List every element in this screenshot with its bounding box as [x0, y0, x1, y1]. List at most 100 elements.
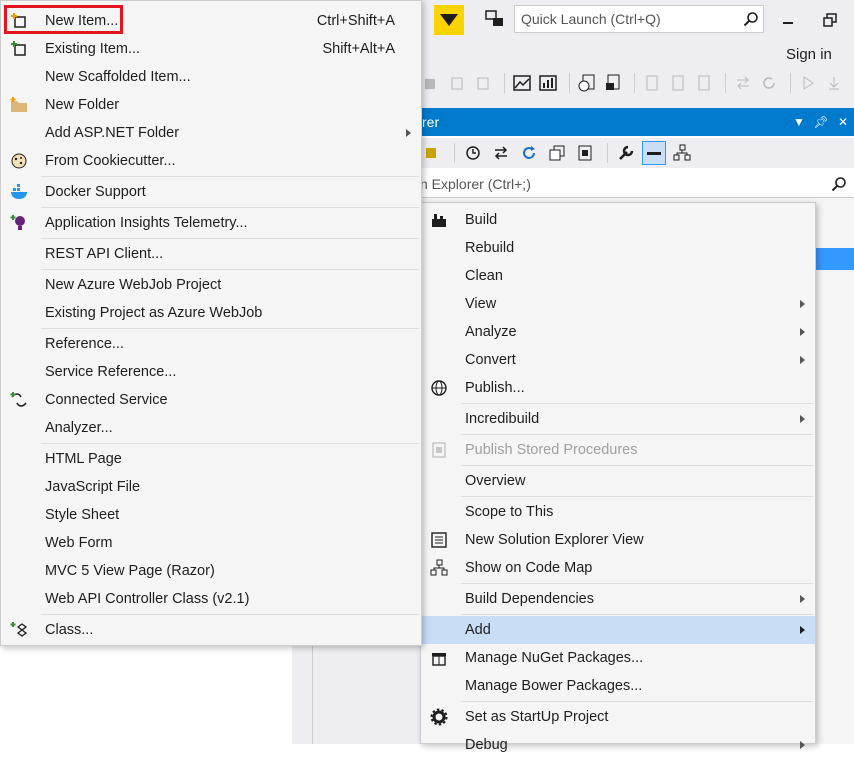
refresh-icon[interactable]	[517, 141, 541, 165]
menu-item-mvc5-view-page[interactable]: MVC 5 View Page (Razor)	[1, 557, 421, 585]
search-icon[interactable]	[739, 11, 763, 27]
divider	[312, 640, 313, 744]
selected-tree-node[interactable]	[812, 248, 854, 270]
menu-item-web-form[interactable]: Web Form	[1, 529, 421, 557]
menu-item-add-aspnet-folder[interactable]: Add ASP.NET Folder	[1, 119, 421, 147]
menu-item-connected-service[interactable]: Connected Service	[1, 386, 421, 414]
refresh-icon[interactable]	[758, 72, 780, 94]
history-icon[interactable]	[461, 141, 485, 165]
add-submenu: New Item... Ctrl+Shift+A Existing Item..…	[0, 0, 422, 646]
menu-separator	[461, 701, 813, 702]
menu-item-show-on-code-map[interactable]: Show on Code Map	[421, 554, 815, 582]
menu-item-label: New Azure WebJob Project	[45, 277, 222, 293]
menu-item-existing-item[interactable]: Existing Item... Shift+Alt+A	[1, 35, 421, 63]
menu-item-html-page[interactable]: HTML Page	[1, 445, 421, 473]
menu-item-view[interactable]: View	[421, 290, 815, 318]
menu-item-clean[interactable]: Clean	[421, 262, 815, 290]
menu-separator	[41, 207, 419, 208]
collapse-icon[interactable]	[420, 141, 444, 165]
menu-item-manage-nuget[interactable]: Manage NuGet Packages...	[421, 644, 815, 672]
chart-icon[interactable]	[537, 72, 559, 94]
submenu-arrow-icon	[800, 300, 805, 308]
menu-item-manage-bower[interactable]: Manage Bower Packages...	[421, 672, 815, 700]
menu-item-label: From Cookiecutter...	[45, 153, 176, 169]
menu-item-set-startup[interactable]: Set as StartUp Project	[421, 703, 815, 731]
menu-item-scope-to-this[interactable]: Scope to This	[421, 498, 815, 526]
menu-item-label: Service Reference...	[45, 364, 177, 380]
quick-launch-placeholder: Quick Launch (Ctrl+Q)	[521, 11, 661, 27]
wrench-icon[interactable]	[614, 141, 638, 165]
menu-item-class[interactable]: Class...	[1, 616, 421, 644]
solution-explorer-toolbar	[420, 138, 854, 168]
solution-explorer-search[interactable]: n Explorer (Ctrl+;)	[420, 170, 854, 198]
code-map-icon[interactable]	[670, 141, 694, 165]
menu-item-existing-azure-webjob[interactable]: Existing Project as Azure WebJob	[1, 299, 421, 327]
menu-item-application-insights[interactable]: Application Insights Telemetry...	[1, 209, 421, 237]
menu-item-web-api-controller[interactable]: Web API Controller Class (v2.1)	[1, 585, 421, 613]
solution-explorer-title: rer	[422, 114, 440, 130]
globe-doc-icon[interactable]	[576, 72, 598, 94]
image-icon[interactable]	[511, 72, 533, 94]
menu-item-docker-support[interactable]: Docker Support	[1, 178, 421, 206]
minimize-button[interactable]	[776, 8, 800, 32]
menu-item-new-folder[interactable]: New Folder	[1, 91, 421, 119]
menu-item-publish[interactable]: Publish...	[421, 374, 815, 402]
menu-item-overview[interactable]: Overview	[421, 467, 815, 495]
menu-item-analyzer[interactable]: Analyzer...	[1, 414, 421, 442]
sync-icon[interactable]	[732, 72, 754, 94]
close-icon[interactable]: ✕	[832, 115, 854, 129]
sign-in-link[interactable]: Sign in	[786, 46, 832, 63]
play-icon[interactable]	[797, 72, 819, 94]
menu-item-build[interactable]: Build	[421, 206, 815, 234]
preview-icon[interactable]	[642, 141, 666, 165]
menu-item-new-scaffolded-item[interactable]: New Scaffolded Item...	[1, 63, 421, 91]
restore-button[interactable]	[818, 8, 842, 32]
menu-item-rest-api-client[interactable]: REST API Client...	[1, 240, 421, 268]
menu-item-debug[interactable]: Debug	[421, 731, 815, 759]
menu-item-javascript-file[interactable]: JavaScript File	[1, 473, 421, 501]
pin-icon[interactable]: 📌︎	[810, 115, 832, 129]
word-icon[interactable]	[693, 72, 715, 94]
menu-item-from-cookiecutter[interactable]: From Cookiecutter...	[1, 147, 421, 175]
search-icon[interactable]	[824, 176, 854, 192]
download-icon[interactable]	[823, 72, 845, 94]
submenu-arrow-icon	[800, 741, 805, 749]
show-all-files-icon[interactable]	[573, 141, 597, 165]
dropdown-icon[interactable]: ▼	[788, 115, 810, 129]
menu-item-incredibuild[interactable]: Incredibuild	[421, 405, 815, 433]
menu-item-service-reference[interactable]: Service Reference...	[1, 358, 421, 386]
feedback-icon[interactable]	[484, 8, 506, 30]
menu-separator	[461, 465, 813, 466]
doc-icon[interactable]	[602, 72, 624, 94]
menu-item-label: Web Form	[45, 535, 113, 551]
menu-item-rebuild[interactable]: Rebuild	[421, 234, 815, 262]
sync-icon[interactable]	[489, 141, 513, 165]
quick-launch-input[interactable]: Quick Launch (Ctrl+Q)	[514, 5, 764, 33]
page-icon[interactable]	[641, 72, 663, 94]
menu-item-build-dependencies[interactable]: Build Dependencies	[421, 585, 815, 613]
menu-item-label: Existing Item...	[45, 41, 141, 57]
pdf-icon[interactable]	[667, 72, 689, 94]
menu-item-shortcut: Ctrl+Shift+A	[316, 13, 395, 29]
filter-icon[interactable]	[434, 5, 464, 35]
menu-separator	[41, 328, 419, 329]
menu-item-style-sheet[interactable]: Style Sheet	[1, 501, 421, 529]
docker-icon	[9, 182, 29, 202]
menu-item-label: New Folder	[45, 97, 120, 113]
menu-item-new-solution-explorer-view[interactable]: New Solution Explorer View	[421, 526, 815, 554]
build-icon	[429, 210, 449, 230]
toolbar-icon[interactable]	[472, 72, 494, 94]
menu-item-label: Add	[465, 622, 491, 638]
menu-item-add[interactable]: Add	[421, 616, 815, 644]
menu-item-analyze[interactable]: Analyze	[421, 318, 815, 346]
toolbar-icon[interactable]	[420, 72, 442, 94]
menu-item-convert[interactable]: Convert	[421, 346, 815, 374]
toolbar-icon[interactable]	[446, 72, 468, 94]
class-icon	[9, 620, 29, 640]
menu-item-new-azure-webjob[interactable]: New Azure WebJob Project	[1, 271, 421, 299]
submenu-arrow-icon	[800, 626, 805, 634]
solution-explorer-header: rer ▼ 📌︎ ✕	[420, 108, 854, 136]
new-view-icon	[429, 530, 449, 550]
collapse-all-icon[interactable]	[545, 141, 569, 165]
menu-item-reference[interactable]: Reference...	[1, 330, 421, 358]
